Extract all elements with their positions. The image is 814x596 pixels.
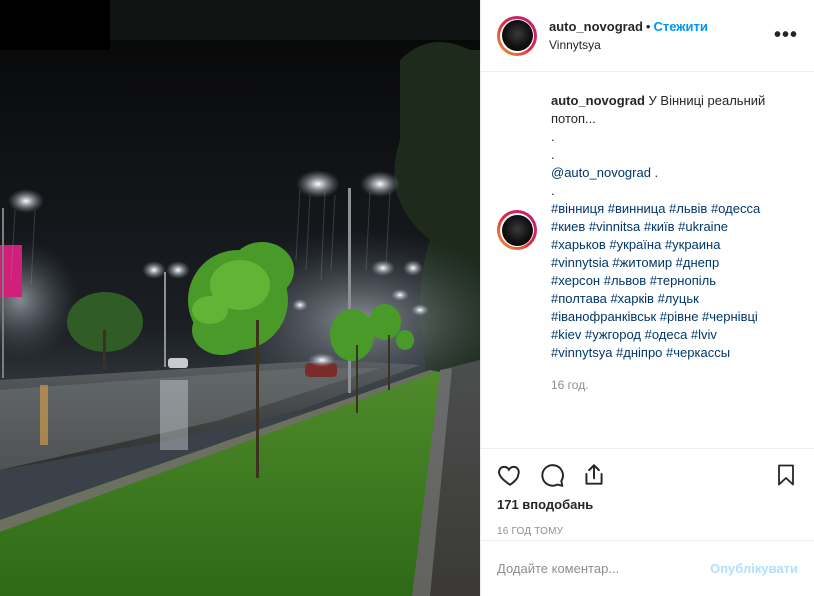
post-timestamp[interactable]: 16 ГОД ТОМУ — [497, 526, 798, 537]
caption-username[interactable]: auto_novograd — [551, 93, 645, 108]
caption-dot: . — [551, 183, 555, 198]
share-icon[interactable] — [581, 462, 607, 488]
instagram-post: auto_novograd • Стежити Vinnytsya ••• auto… — [0, 0, 814, 596]
action-icons — [497, 457, 798, 493]
comments-area: auto_novograd У Вінниці реальний потоп..… — [481, 72, 814, 448]
hashtag-line[interactable]: #полтава #харків #луцьк — [551, 290, 791, 308]
post-sidebar: auto_novograd • Стежити Vinnytsya ••• auto… — [480, 0, 814, 596]
more-options-icon[interactable]: ••• — [774, 24, 798, 47]
hashtag-line[interactable]: #вінниця #винница #львів #одесса — [551, 200, 791, 218]
rainy-night-street-photo — [0, 0, 480, 596]
comment-bubble-icon[interactable] — [539, 462, 565, 488]
hashtag-line[interactable]: #kiev #ужгород #одеса #lviv — [551, 326, 791, 344]
avatar[interactable] — [497, 15, 537, 56]
publish-button[interactable]: Опублікувати — [710, 561, 798, 576]
header-text: auto_novograd • Стежити Vinnytsya — [549, 18, 774, 54]
post-photo[interactable] — [0, 0, 480, 596]
mention-link[interactable]: @auto_novograd — [551, 165, 651, 180]
post-actions: 171 вподобань 16 ГОД ТОМУ — [481, 448, 814, 540]
comment-input[interactable]: Додайте коментар... — [497, 561, 710, 576]
hashtag-line[interactable]: #херсон #львов #тернопіль — [551, 272, 791, 290]
caption-dot: . — [551, 129, 555, 144]
separator-dot: • — [645, 18, 651, 34]
hashtag-line[interactable]: #vinnytsia #житомир #днепр — [551, 254, 791, 272]
caption-avatar[interactable] — [497, 210, 537, 250]
caption-dot: . — [551, 147, 555, 162]
header-username[interactable]: auto_novograd — [549, 19, 643, 34]
caption-timestamp: 16 год. — [551, 378, 589, 392]
bookmark-icon[interactable] — [774, 462, 798, 488]
caption: auto_novograd У Вінниці реальний потоп..… — [497, 92, 798, 394]
caption-body: auto_novograd У Вінниці реальний потоп..… — [551, 92, 791, 394]
mention-line: @auto_novograd . — [551, 164, 791, 182]
hashtag-line[interactable]: #іванофранківськ #рівне #чернівці — [551, 308, 791, 326]
follow-button[interactable]: Стежити — [653, 19, 707, 34]
mention-suffix: . — [650, 165, 659, 180]
comment-form: Додайте коментар... Опублікувати — [481, 540, 814, 596]
hashtag-line[interactable]: #харьков #україна #украина — [551, 236, 791, 254]
like-heart-icon[interactable] — [497, 462, 523, 488]
hashtag-line[interactable]: #киев #vinnitsa #київ #ukraine — [551, 218, 791, 236]
hashtag-line[interactable]: #vinnytsya #дніпро #черкассы — [551, 344, 791, 362]
likes-count[interactable]: 171 вподобань — [497, 497, 798, 512]
post-header: auto_novograd • Стежити Vinnytsya ••• — [481, 0, 814, 72]
location-link[interactable]: Vinnytsya — [549, 36, 774, 54]
